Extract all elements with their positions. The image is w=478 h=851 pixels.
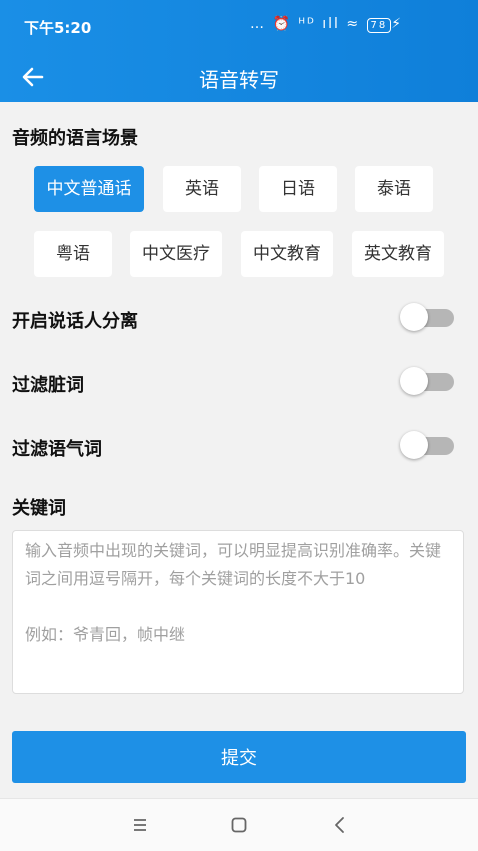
battery-icon: 78: [366, 18, 392, 33]
scene-option-cantonese[interactable]: 粤语: [34, 231, 112, 277]
scene-option-english-education[interactable]: 英文教育: [352, 231, 444, 277]
status-time: 下午5:20: [24, 19, 92, 37]
status-icons: … ⏰ ᴴᴰ ıll ≈ 78 ⚡: [250, 16, 404, 33]
submit-button[interactable]: 提交: [12, 731, 466, 783]
keywords-input[interactable]: [13, 531, 463, 693]
filter-profanity-label: 过滤脏词: [12, 375, 84, 396]
scene-option-mandarin[interactable]: 中文普通话: [34, 166, 144, 212]
scene-option-japanese[interactable]: 日语: [259, 166, 337, 212]
page-title: 语音转写: [199, 68, 279, 92]
back-chevron-icon[interactable]: [325, 811, 355, 839]
scene-option-english[interactable]: 英语: [163, 166, 241, 212]
app-bar: 语音转写: [0, 52, 478, 102]
main-content: 音频的语言场景 中文普通话 英语 日语 泰语 粤语 中文医疗 中文教育 英文教育…: [0, 102, 478, 798]
scene-label: 音频的语言场景: [12, 128, 138, 149]
system-nav-bar: [0, 798, 478, 851]
keywords-label: 关键词: [12, 498, 66, 519]
home-square-icon[interactable]: [224, 811, 254, 839]
speaker-separation-toggle[interactable]: [400, 303, 454, 331]
scene-option-chinese-education[interactable]: 中文教育: [241, 231, 333, 277]
keywords-field: [12, 530, 464, 694]
charging-icon: ⚡: [391, 16, 404, 32]
speaker-separation-label: 开启说话人分离: [12, 311, 138, 332]
filter-filler-words-label: 过滤语气词: [12, 439, 102, 460]
filter-filler-words-toggle[interactable]: [400, 431, 454, 459]
filter-profanity-toggle[interactable]: [400, 367, 454, 395]
scene-option-chinese-medical[interactable]: 中文医疗: [130, 231, 222, 277]
menu-icon[interactable]: [125, 811, 155, 839]
status-bar: 下午5:20 … ⏰ ᴴᴰ ıll ≈ 78 ⚡: [0, 0, 478, 52]
scene-option-thai[interactable]: 泰语: [355, 166, 433, 212]
